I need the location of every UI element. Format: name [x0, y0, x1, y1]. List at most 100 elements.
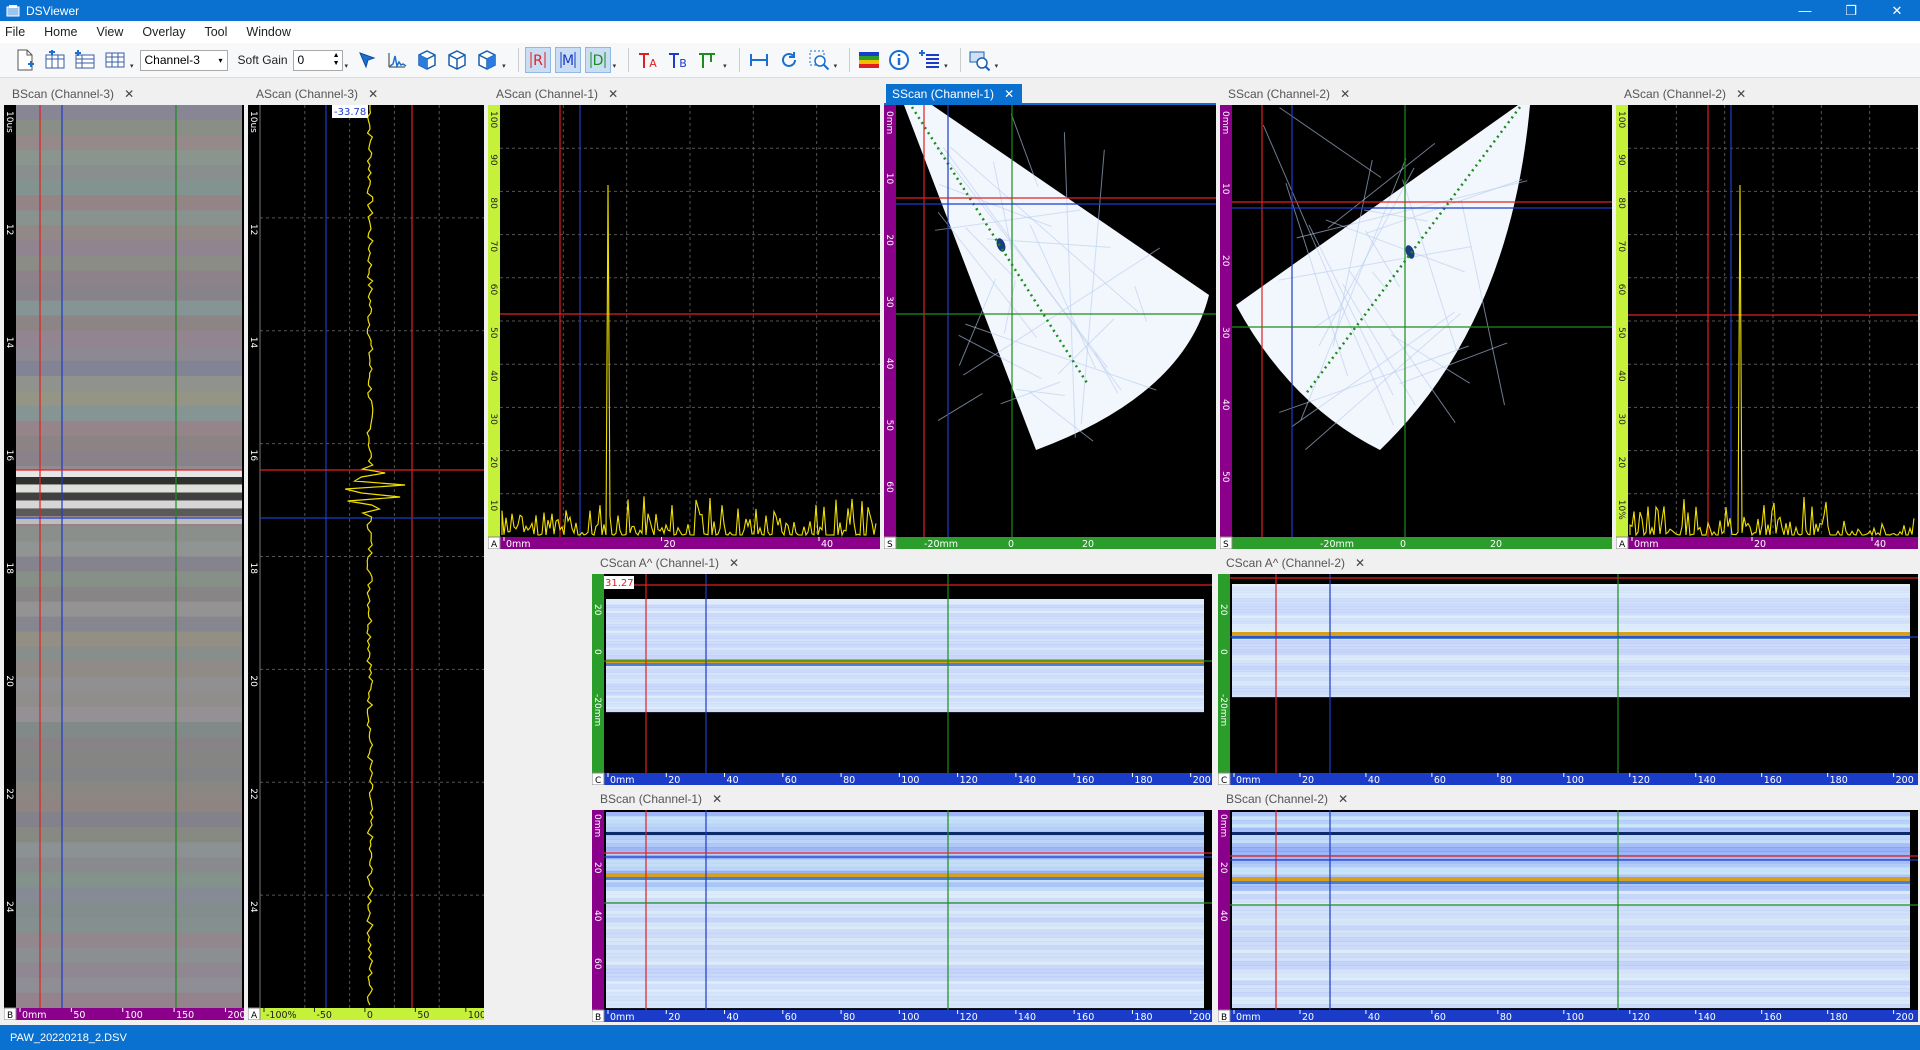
minimize-button[interactable]: —	[1782, 0, 1828, 21]
y-tick-label: 50	[488, 327, 498, 339]
refresh-button[interactable]	[776, 47, 802, 73]
close-icon[interactable]: ✕	[729, 556, 739, 570]
dropdown-arrow-icon[interactable]: ▾	[944, 62, 948, 70]
close-icon[interactable]: ✕	[1338, 792, 1348, 806]
dropdown-arrow-icon[interactable]: ▾	[130, 62, 134, 70]
menu-home[interactable]: Home	[43, 25, 78, 39]
tab-label: SScan (Channel-1)	[892, 87, 995, 101]
soft-gain-input[interactable]: 0 ▲ ▼	[292, 49, 343, 71]
close-icon[interactable]: ✕	[1736, 87, 1746, 101]
y-tick-label: 90	[488, 154, 498, 166]
cursor-button[interactable]	[354, 47, 380, 73]
y-tick-label: 60	[1616, 284, 1626, 296]
y-tick-label: 70	[1616, 241, 1626, 253]
x-tick-label: 40	[1368, 775, 1380, 785]
tab-bscan-ch3[interactable]: BScan (Channel-3) ✕	[6, 84, 143, 104]
y-tick-label: 18	[248, 563, 258, 575]
view-bscan-ch3[interactable]: 10us 12 14 16 18 20 22 24 B 0mm 50 100 150 200	[4, 105, 244, 1020]
gate-button[interactable]	[695, 47, 721, 73]
text-marker-a-button[interactable]: A	[635, 47, 661, 73]
data-cursor-button[interactable]: D	[584, 47, 611, 73]
tab-sscan-ch1[interactable]: SScan (Channel-1) ✕	[886, 84, 1023, 104]
restore-button[interactable]: ❐	[1828, 0, 1874, 21]
x-tick-label: 140	[1698, 775, 1716, 785]
view-cscan-ch2[interactable]: 20 0 -20mm C 0mm 20 40 60 80 100 120 140 160 180 200	[1218, 574, 1918, 785]
distance-button[interactable]	[746, 47, 772, 73]
close-icon[interactable]: ✕	[368, 87, 378, 101]
cube-icon	[418, 50, 436, 70]
ref-cursor-button[interactable]: R	[524, 47, 551, 73]
dropdown-arrow-icon[interactable]: ▾	[613, 62, 617, 70]
y-tick-label: 0mm	[884, 111, 894, 134]
view-sscan-ch2[interactable]: 0mm 10 20 30 40 50 S -20mm 0 20	[1220, 105, 1612, 549]
view-cscan-ch1[interactable]: 20 0 -20mm 31.27 C 0mm 20 40 60 80 100 120 140 160 180…	[592, 574, 1212, 785]
dropdown-arrow-icon[interactable]: ▾	[995, 62, 999, 70]
tab-bscan-ch1[interactable]: BScan (Channel-1) ✕	[594, 789, 731, 809]
chevron-down-icon: ▾	[218, 55, 223, 65]
tab-bscan-ch2[interactable]: BScan (Channel-2) ✕	[1220, 789, 1357, 809]
view-ascan-ch1[interactable]: 100 90 80 70 60 50 40 30 20 10 A 0mm 20 40	[488, 105, 880, 549]
menu-view[interactable]: View	[96, 25, 125, 39]
close-icon[interactable]: ✕	[608, 87, 618, 101]
text-marker-b-button[interactable]: B	[665, 47, 691, 73]
view-bscan-ch1[interactable]: 0mm 20 40 60 B 0mm 20 40 60 80 100 120 140 160 180 200	[592, 810, 1212, 1022]
add-row-button[interactable]	[72, 47, 98, 73]
tab-cscan-ch1[interactable]: CScan A^ (Channel-1) ✕	[594, 553, 748, 573]
zoom-button[interactable]	[806, 47, 832, 73]
add-table-button[interactable]	[42, 47, 68, 73]
view-table-button[interactable]	[102, 47, 128, 73]
y-tick-label: 50	[884, 420, 894, 432]
close-icon[interactable]: ✕	[1355, 556, 1365, 570]
menu-overlay[interactable]: Overlay	[141, 25, 186, 39]
tab-ascan-ch3[interactable]: AScan (Channel-3) ✕	[250, 84, 387, 104]
new-file-button[interactable]	[12, 47, 38, 73]
x-tick-label: 150	[176, 1010, 194, 1020]
x-tick-label: 160	[1076, 775, 1094, 785]
info-button[interactable]	[886, 47, 912, 73]
view-ascan-ch2[interactable]: 100 90 80 70 60 50 40 30 20 10% A 0mm 20 40	[1616, 105, 1918, 549]
close-icon[interactable]: ✕	[1004, 87, 1014, 101]
menu-window[interactable]: Window	[245, 25, 291, 39]
dropdown-arrow-icon[interactable]: ▾	[345, 62, 349, 70]
close-icon[interactable]: ✕	[124, 87, 134, 101]
dropdown-arrow-icon[interactable]: ▾	[502, 62, 506, 70]
y-tick-label: 40	[884, 358, 894, 370]
export-button[interactable]	[967, 47, 993, 73]
close-button[interactable]: ✕	[1874, 0, 1920, 21]
y-tick-label: 40	[488, 370, 498, 382]
spinner-icon[interactable]: ▲ ▼	[333, 52, 340, 68]
y-tick-label: 12	[4, 224, 14, 235]
cube-button[interactable]	[414, 47, 440, 73]
measure-cursor-button[interactable]: M	[554, 47, 581, 73]
tab-ascan-ch1[interactable]: AScan (Channel-1) ✕	[490, 84, 627, 104]
tab-sscan-ch2[interactable]: SScan (Channel-2) ✕	[1222, 84, 1359, 104]
cube-rotate-button[interactable]	[474, 47, 500, 73]
list-add-button[interactable]	[916, 47, 942, 73]
y-tick-label: 70	[488, 241, 498, 253]
view-bscan-ch2[interactable]: 0mm 20 40 B 0mm 20 40 60 80 100 120 140 160 180 200	[1218, 810, 1918, 1022]
tab-ascan-ch2[interactable]: AScan (Channel-2) ✕	[1618, 84, 1755, 104]
add-table-icon	[45, 50, 65, 69]
y-tick-label: 0mm	[1218, 814, 1228, 837]
cube-outline-button[interactable]	[444, 47, 470, 73]
bscan-image	[606, 812, 1204, 1009]
tab-cscan-ch2[interactable]: CScan A^ (Channel-2) ✕	[1220, 553, 1374, 573]
y-tick-label: 22	[4, 788, 14, 799]
x-tick-label: 160	[1764, 1012, 1782, 1022]
view-sscan-ch1[interactable]: 0mm 10 20 30 40 50 60 S -20mm 0 20	[884, 105, 1216, 549]
palette-button[interactable]	[856, 47, 882, 73]
x-tick-label: 50	[417, 1010, 429, 1020]
view-ascan-ch3[interactable]: 10us 12 14 16 18 20 22 24 -33.78 A -100% -50 0 50 100	[248, 105, 484, 1020]
close-icon[interactable]: ✕	[1340, 87, 1350, 101]
y-tick-label: 30	[1220, 327, 1230, 339]
dropdown-arrow-icon[interactable]: ▾	[723, 62, 727, 70]
menu-file[interactable]: File	[4, 25, 26, 39]
menu-tool[interactable]: Tool	[203, 25, 228, 39]
x-tick-label: 0	[367, 1010, 373, 1020]
ascan-button[interactable]	[384, 47, 410, 73]
channel-select[interactable]: Channel-3 ▾	[139, 49, 228, 71]
x-tick-label: -20mm	[1320, 539, 1354, 549]
dropdown-arrow-icon[interactable]: ▾	[834, 62, 838, 70]
close-icon[interactable]: ✕	[712, 792, 722, 806]
corner-label: C	[595, 776, 601, 785]
